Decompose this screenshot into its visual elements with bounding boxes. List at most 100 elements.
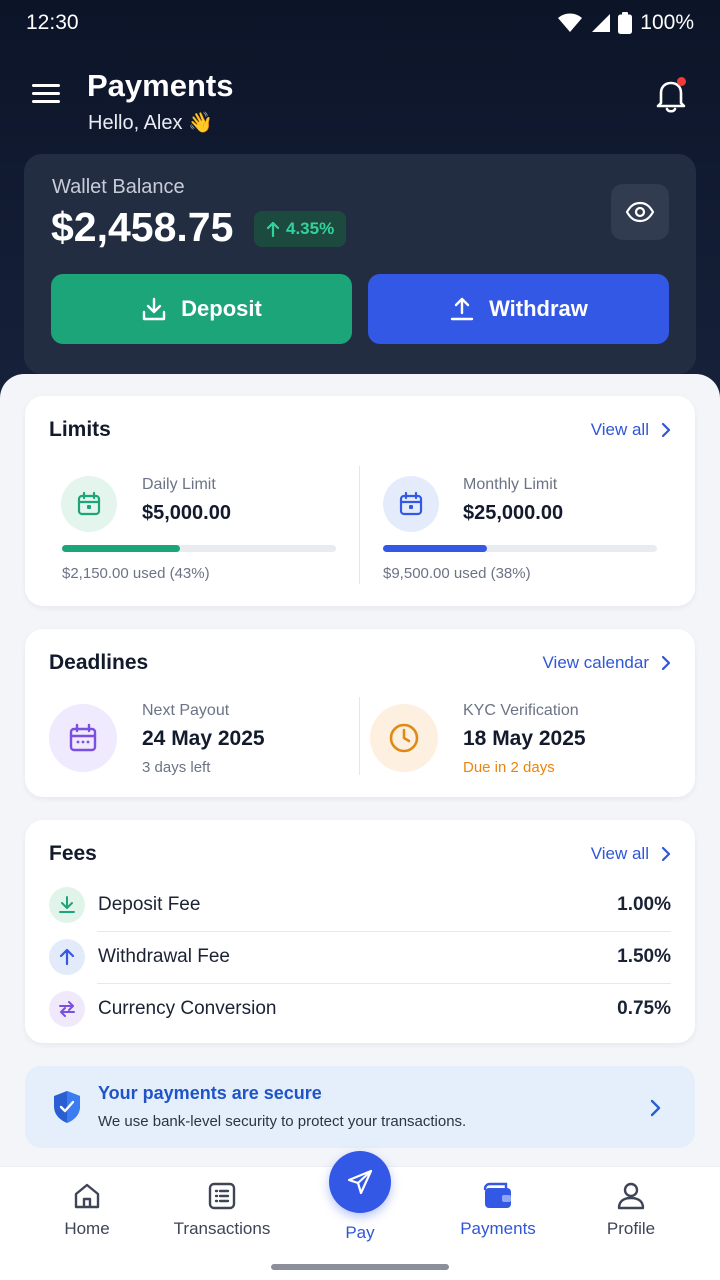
nav-pay-label: Pay [345, 1223, 375, 1242]
daily-limit-icon-container [61, 476, 117, 532]
eye-icon [625, 201, 655, 223]
balance-change-value: 4.35% [286, 219, 335, 238]
deposit-label: Deposit [181, 296, 262, 321]
fee-row-currency-conversion: Currency Conversion 0.75% [49, 983, 671, 1035]
hamburger-menu-icon [32, 84, 60, 103]
calendar-icon [399, 491, 423, 516]
arrow-up-icon [266, 221, 280, 237]
arrow-up-icon [49, 939, 85, 975]
fee-name: Currency Conversion [98, 998, 277, 1019]
fee-name: Deposit Fee [98, 894, 201, 915]
wallet-label: Wallet Balance [52, 176, 185, 198]
nav-label: Home [64, 1219, 110, 1238]
kyc-label: KYC Verification [463, 702, 579, 719]
fee-row-withdrawal: Withdrawal Fee 1.50% [49, 931, 671, 983]
calendar-icon [69, 723, 97, 752]
status-bar: 12:30 100% [0, 0, 720, 46]
monthly-limit-icon-container [383, 476, 439, 532]
toggle-balance-visibility-button[interactable] [611, 184, 669, 240]
daily-limit-progress-track [62, 545, 336, 552]
limits-view-all-link[interactable]: View all [591, 420, 671, 440]
daily-limit-used: $2,150.00 used (43%) [62, 565, 210, 582]
next-payout-days-left: 3 days left [142, 759, 211, 776]
view-calendar-link[interactable]: View calendar [543, 653, 671, 673]
daily-limit-label: Daily Limit [142, 476, 216, 493]
balance-change-badge: 4.35% [254, 211, 347, 247]
user-icon [617, 1182, 645, 1210]
wifi-icon [558, 13, 583, 32]
limits-card: Limits View all Daily Limit $5,000.00 $2… [25, 396, 695, 606]
download-icon [49, 887, 85, 923]
shield-icon [54, 1091, 80, 1123]
fee-value: 1.00% [617, 894, 671, 915]
monthly-limit-progress-fill [383, 545, 488, 552]
battery-percentage: 100% [640, 11, 694, 34]
clock-icon [389, 723, 419, 753]
limits-view-all-label: View all [590, 420, 649, 439]
fees-card: Fees View all Deposit Fee 1.00% Withdraw… [25, 820, 695, 1043]
next-payout-label: Next Payout [142, 702, 230, 719]
limits-title: Limits [49, 418, 111, 441]
monthly-limit-used: $9,500.00 used (38%) [383, 565, 531, 582]
home-icon [74, 1183, 100, 1209]
withdraw-button[interactable]: Withdraw [368, 274, 669, 344]
nav-pay-button[interactable] [329, 1151, 391, 1213]
kyc-due-text: Due in 2 days [463, 759, 555, 776]
fees-view-all-label: View all [590, 844, 649, 863]
app-bar: Payments Hello, Alex 👋 [0, 62, 720, 142]
daily-limit-progress-fill [62, 545, 180, 552]
notifications-button[interactable] [650, 74, 692, 116]
greeting-text: Hello, Alex 👋 [88, 112, 213, 134]
download-icon [142, 297, 166, 321]
withdraw-label: Withdraw [489, 296, 588, 321]
menu-button[interactable] [30, 78, 62, 106]
security-description: We use bank-level security to protect yo… [98, 1113, 467, 1130]
wallet-amount: $2,458.75 [51, 204, 234, 250]
fees-title: Fees [49, 842, 97, 865]
chevron-right-icon [661, 655, 671, 671]
wallet-icon [483, 1182, 511, 1208]
battery-icon [618, 12, 633, 34]
nav-label: Profile [606, 1219, 656, 1238]
chevron-right-icon [650, 1099, 661, 1117]
kyc-icon-container [370, 704, 438, 772]
fee-value: 0.75% [617, 998, 671, 1019]
daily-limit-value: $5,000.00 [142, 502, 231, 524]
paper-plane-icon [347, 1169, 373, 1195]
chevron-right-icon [661, 422, 671, 438]
security-banner[interactable]: Your payments are secure We use bank-lev… [25, 1066, 695, 1148]
monthly-limit-value: $25,000.00 [463, 502, 564, 524]
bottom-navigation: Home Transactions Pay Payments Profile [0, 1151, 720, 1280]
chevron-right-icon [661, 846, 671, 862]
fee-name: Withdrawal Fee [98, 946, 230, 967]
next-payout-date: 24 May 2025 [142, 727, 265, 750]
nav-profile[interactable]: Profile [566, 1181, 696, 1239]
monthly-limit-progress-track [383, 545, 657, 552]
cellular-signal-icon [592, 14, 611, 32]
home-indicator [271, 1264, 449, 1270]
next-payout-icon-container [49, 704, 117, 772]
upload-icon [450, 297, 474, 321]
notification-dot [677, 77, 686, 86]
status-time: 12:30 [26, 11, 79, 34]
security-title: Your payments are secure [98, 1083, 322, 1103]
nav-label: Transactions [173, 1219, 271, 1238]
nav-payments[interactable]: Payments [433, 1181, 563, 1239]
deadlines-divider [359, 697, 360, 775]
status-icons: 100% [558, 11, 694, 35]
list-icon [208, 1182, 236, 1210]
monthly-limit-label: Monthly Limit [463, 476, 558, 493]
deposit-button[interactable]: Deposit [51, 274, 352, 344]
fees-view-all-link[interactable]: View all [591, 844, 671, 864]
kyc-date: 18 May 2025 [463, 727, 586, 750]
swap-arrows-icon [49, 991, 85, 1027]
nav-label: Payments [460, 1219, 536, 1238]
nav-home[interactable]: Home [22, 1181, 152, 1239]
deadlines-card: Deadlines View calendar Next Payout 24 M… [25, 629, 695, 797]
fee-value: 1.50% [617, 946, 671, 967]
nav-transactions[interactable]: Transactions [157, 1181, 287, 1239]
view-calendar-label: View calendar [542, 653, 649, 672]
calendar-icon [77, 491, 101, 516]
deadlines-title: Deadlines [49, 651, 149, 674]
fee-row-deposit: Deposit Fee 1.00% [49, 879, 671, 931]
